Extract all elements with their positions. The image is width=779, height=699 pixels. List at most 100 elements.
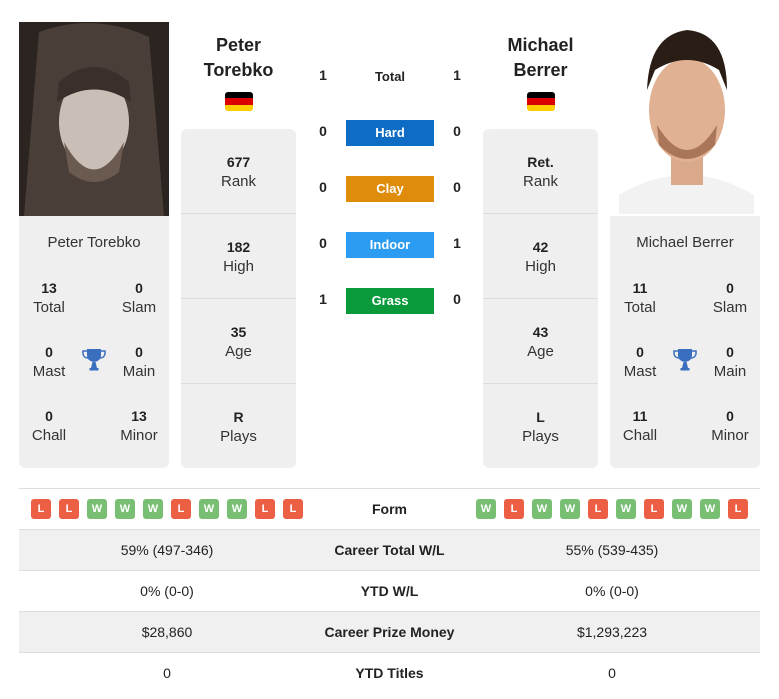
player-photo-right — [619, 15, 754, 214]
high-cell: 42 High — [483, 214, 598, 299]
titles-main: 0 Main — [700, 342, 760, 382]
h2h-indoor-right: 1 — [453, 235, 461, 251]
form-row: LLWWWLWWLL Form WLWWLWLWWL — [19, 488, 760, 529]
plays-cell: R Plays — [181, 384, 296, 469]
form-loss-badge[interactable]: L — [504, 499, 524, 519]
row-label: YTD W/L — [360, 583, 419, 599]
h2h-grass-right: 0 — [453, 291, 461, 307]
plays-value: L — [536, 409, 545, 425]
titles-mast-value: 0 — [636, 344, 644, 360]
trophy-icon — [673, 349, 697, 371]
titles-minor-value: 0 — [726, 408, 734, 424]
form-win-badge[interactable]: W — [115, 499, 135, 519]
titles-mast-label: Mast — [623, 363, 657, 380]
comparison-table: LLWWWLWWLL Form WLWWLWLWWL 59% (497-346)… — [19, 488, 760, 693]
plays-label: Plays — [522, 428, 559, 445]
age-cell: 43 Age — [483, 299, 598, 384]
germany-flag-icon — [225, 92, 253, 111]
player-name-right[interactable]: Michael Berrer — [483, 33, 598, 83]
age-label: Age — [225, 343, 252, 360]
row-label: Career Prize Money — [324, 624, 455, 640]
form-win-badge[interactable]: W — [199, 499, 219, 519]
high-label: High — [525, 258, 556, 275]
form-win-badge[interactable]: W — [532, 499, 552, 519]
table-row: 0 YTD Titles 0 — [19, 652, 760, 693]
titles-total-value: 11 — [632, 280, 648, 296]
titles-chall-label: Chall — [31, 427, 67, 444]
surface-indoor-button[interactable]: Indoor — [346, 232, 434, 258]
form-loss-badge[interactable]: L — [171, 499, 191, 519]
form-win-badge[interactable]: W — [700, 499, 720, 519]
titles-mast-label: Mast — [32, 363, 66, 380]
form-win-badge[interactable]: W — [143, 499, 163, 519]
titles-minor-label: Minor — [120, 427, 158, 444]
form-win-badge[interactable]: W — [87, 499, 107, 519]
player-portrait-left — [19, 22, 169, 216]
form-win-badge[interactable]: W — [616, 499, 636, 519]
high-value: 42 — [532, 239, 549, 255]
rank-label: Rank — [220, 173, 257, 190]
titles-total: 13 Total — [19, 278, 79, 318]
name-line-2: Berrer — [513, 60, 568, 80]
player-full-name: Michael Berrer — [636, 234, 734, 251]
form-loss-badge[interactable]: L — [728, 499, 748, 519]
titles-total-value: 13 — [41, 280, 57, 296]
form-badges-right: WLWWLWLWWL — [464, 499, 760, 519]
h2h-clay-left: 0 — [319, 179, 327, 195]
table-row: 59% (497-346) Career Total W/L 55% (539-… — [19, 529, 760, 570]
titles-minor-label: Minor — [711, 427, 749, 444]
titles-mast: 0 Mast — [19, 342, 79, 382]
age-cell: 35 Age — [181, 299, 296, 384]
titles-main-label: Main — [122, 363, 156, 380]
germany-flag-icon — [527, 92, 555, 111]
titles-slam: 0 Slam — [700, 278, 760, 318]
ranking-card-left: 677 Rank 182 High 35 Age R Plays — [181, 129, 296, 468]
player-name-left[interactable]: Peter Torebko — [181, 33, 296, 83]
surface-hard-button[interactable]: Hard — [346, 120, 434, 146]
form-win-badge[interactable]: W — [476, 499, 496, 519]
surface-grass-button[interactable]: Grass — [346, 288, 434, 314]
form-loss-badge[interactable]: L — [283, 499, 303, 519]
titles-main: 0 Main — [109, 342, 169, 382]
table-row: 0% (0-0) YTD W/L 0% (0-0) — [19, 570, 760, 611]
h2h-total-left: 1 — [319, 67, 327, 83]
name-line-1: Peter — [215, 35, 262, 55]
form-loss-badge[interactable]: L — [255, 499, 275, 519]
player-portrait-right — [619, 15, 754, 214]
titles-total-label: Total — [33, 299, 65, 316]
form-win-badge[interactable]: W — [560, 499, 580, 519]
form-loss-badge[interactable]: L — [644, 499, 664, 519]
titles-chall-value: 0 — [45, 408, 53, 424]
titles-main-value: 0 — [135, 344, 143, 360]
row-left-value: 0 — [163, 665, 171, 681]
name-line-2: Torebko — [203, 60, 274, 80]
form-badges-left: LLWWWLWWLL — [19, 499, 315, 519]
rank-label: Rank — [522, 173, 559, 190]
plays-cell: L Plays — [483, 384, 598, 469]
high-value: 182 — [226, 239, 251, 255]
row-right-value: 0 — [608, 665, 616, 681]
row-right-value: 55% (539-435) — [565, 542, 659, 558]
form-loss-badge[interactable]: L — [588, 499, 608, 519]
form-win-badge[interactable]: W — [672, 499, 692, 519]
age-value: 43 — [532, 324, 549, 340]
player-photo-left — [19, 22, 169, 216]
rank-value: 677 — [226, 154, 251, 170]
player-full-name: Peter Torebko — [47, 234, 141, 251]
form-loss-badge[interactable]: L — [31, 499, 51, 519]
row-left-value: $28,860 — [141, 624, 193, 640]
titles-total: 11 Total — [610, 278, 670, 318]
titles-mast: 0 Mast — [610, 342, 670, 382]
row-left-value: 59% (497-346) — [120, 542, 214, 558]
form-loss-badge[interactable]: L — [59, 499, 79, 519]
titles-minor: 13 Minor — [109, 406, 169, 446]
plays-value: R — [233, 409, 244, 425]
name-line-1: Michael — [507, 35, 574, 55]
trophy-icon — [82, 349, 106, 371]
rank-cell: 677 Rank — [181, 129, 296, 214]
titles-slam-value: 0 — [726, 280, 734, 296]
age-value: 35 — [230, 324, 247, 340]
h2h-grass-left: 1 — [319, 291, 327, 307]
form-win-badge[interactable]: W — [227, 499, 247, 519]
surface-clay-button[interactable]: Clay — [346, 176, 434, 202]
